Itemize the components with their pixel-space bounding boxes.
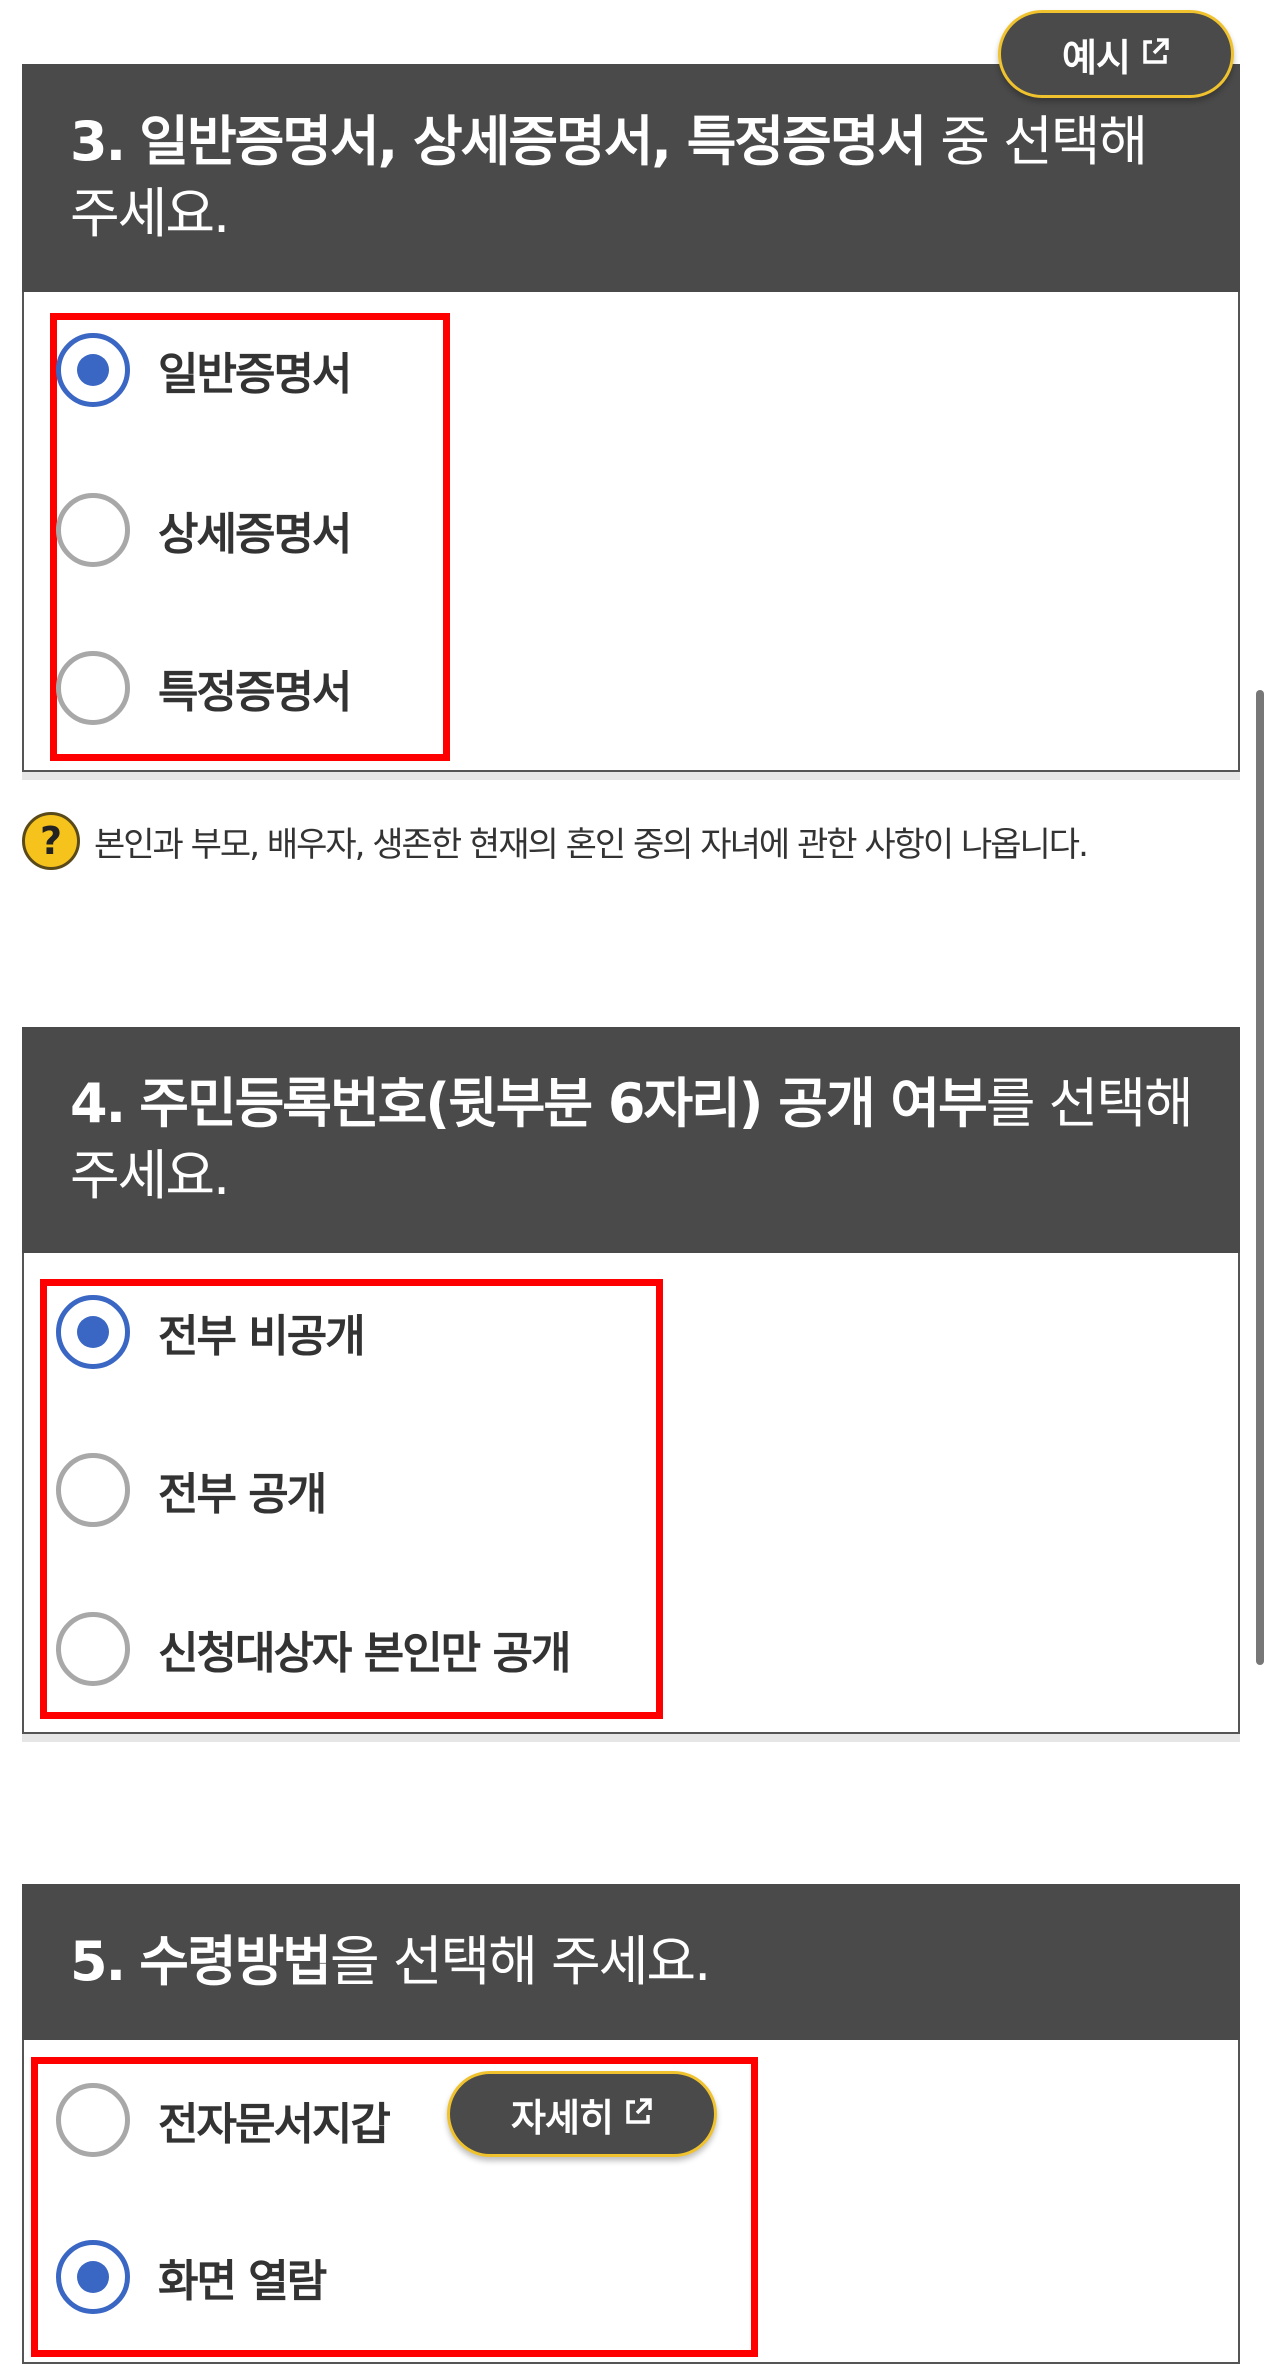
radio-unselected-icon[interactable] [56,1453,130,1527]
option-label: 전자문서지갑 [158,2099,391,2150]
help-text: 본인과 부모, 배우자, 생존한 현재의 혼인 중의 자녀에 관한 사항이 나옵… [94,824,1089,865]
radio-selected-icon[interactable] [56,2240,130,2314]
question-3-title-bold: 일반증명서, 상세증명서, 특정증명서 [139,110,927,173]
radio-unselected-icon[interactable] [56,493,130,567]
option-label: 화면 열람 [158,2256,327,2307]
option-label: 전부 공개 [158,1469,327,1520]
option-label: 특정증명서 [158,667,352,718]
external-link-icon [623,2092,653,2136]
help-note: ? 본인과 부모, 배우자, 생존한 현재의 혼인 중의 자녀에 관한 사항이 … [22,812,1089,870]
question-icon: ? [22,812,80,870]
radio-selected-icon[interactable] [56,1295,130,1369]
question-5-title-rest: 을 선택해 주세요. [330,1930,711,1993]
radio-unselected-icon[interactable] [56,1612,130,1686]
divider [22,1734,1240,1742]
option-all-public[interactable]: 전부 공개 [56,1445,327,1535]
option-specific-certificate[interactable]: 특정증명서 [56,643,352,733]
detail-label: 자세히 [511,2095,614,2140]
question-4-number: 4. [70,1072,126,1135]
question-4-title-bold: 주민등록번호(뒷부분 6자리) 공개 여부 [139,1072,988,1135]
question-3-header: 3. 일반증명서, 상세증명서, 특정증명서 중 선택해 주세요. [22,64,1240,292]
option-e-document-wallet[interactable]: 전자문서지갑 [56,2075,391,2165]
option-label: 전부 비공개 [158,1311,366,1362]
question-4-header: 4. 주민등록번호(뒷부분 6자리) 공개 여부를 선택해 주세요. [22,1027,1240,1253]
question-5-header: 5. 수령방법을 선택해 주세요. [22,1884,1240,2040]
option-label: 상세증명서 [158,509,352,560]
question-5-title-bold: 수령방법 [139,1930,332,1993]
example-button[interactable]: 예시 [998,10,1234,98]
question-3-number: 3. [70,110,126,173]
divider [22,772,1240,780]
detail-button[interactable]: 자세히 [447,2071,717,2157]
question-5-number: 5. [70,1930,126,1993]
external-link-icon [1140,32,1170,76]
option-general-certificate[interactable]: 일반증명서 [56,325,352,415]
option-all-private[interactable]: 전부 비공개 [56,1287,366,1377]
option-detailed-certificate[interactable]: 상세증명서 [56,485,352,575]
scrollbar[interactable] [1256,690,1264,1665]
radio-selected-icon[interactable] [56,333,130,407]
option-self-only-public[interactable]: 신청대상자 본인만 공개 [56,1604,571,1694]
example-label: 예시 [1062,35,1131,80]
option-label: 일반증명서 [158,349,352,400]
radio-unselected-icon[interactable] [56,651,130,725]
radio-unselected-icon[interactable] [56,2083,130,2157]
option-label: 신청대상자 본인만 공개 [158,1628,571,1679]
option-screen-view[interactable]: 화면 열람 [56,2232,327,2322]
